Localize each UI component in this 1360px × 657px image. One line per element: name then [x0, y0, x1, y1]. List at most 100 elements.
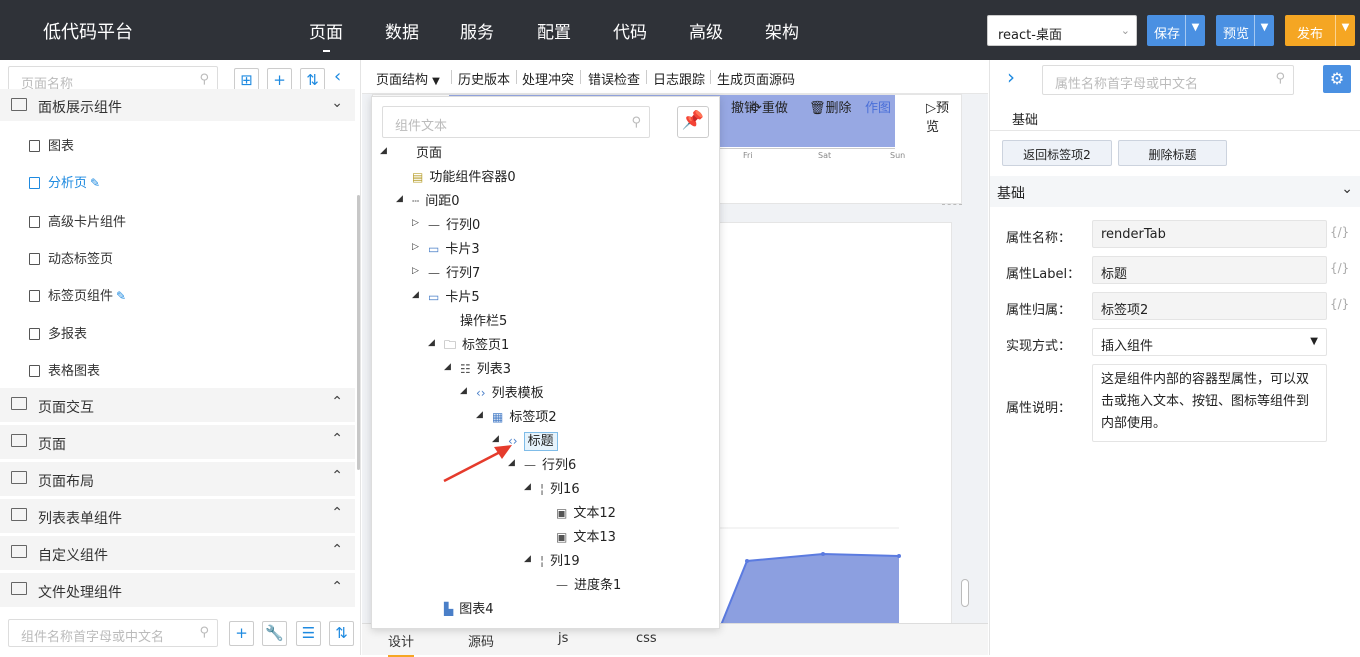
caret-down-icon[interactable]: ▼	[1254, 15, 1274, 46]
tree-node[interactable]: ¦ 列16	[540, 478, 580, 497]
nav-service[interactable]: 服务	[460, 18, 494, 43]
nav-advanced[interactable]: 高级	[689, 18, 723, 43]
log-trace-button[interactable]: 日志跟踪	[653, 69, 705, 88]
chevron-up-icon: ⌃	[331, 579, 343, 595]
draw-button[interactable]: 作图	[865, 97, 891, 116]
delete-title-button[interactable]: 删除标题	[1118, 140, 1227, 166]
list-item-chart[interactable]: 图表	[29, 135, 74, 154]
pin-icon[interactable]: 📌	[677, 106, 709, 138]
redo-button[interactable]: ⟳重做	[751, 97, 788, 116]
group-file-processing[interactable]: 文件处理组件 ⌃	[0, 573, 355, 607]
tree-node[interactable]: ▭ 卡片3	[428, 238, 480, 257]
nav-config[interactable]: 配置	[537, 18, 571, 43]
delete-button[interactable]: 🗑删除	[809, 97, 852, 116]
tree-node[interactable]: ▣ 文本13	[556, 526, 616, 545]
group-page-layout[interactable]: 页面布局 ⌃	[0, 462, 355, 496]
caret-down-icon[interactable]: ▼	[1185, 15, 1205, 46]
tab-basic[interactable]: 基础	[1012, 109, 1038, 128]
generate-source-button[interactable]: 生成页面源码	[717, 69, 795, 88]
tab-source[interactable]: 源码	[468, 631, 494, 650]
canvas-scrollbar[interactable]	[961, 579, 969, 607]
sort-icon[interactable]: ⇅	[329, 621, 354, 646]
impl-select[interactable]: 插入组件 ▼	[1092, 328, 1327, 356]
expand-icon[interactable]: ▷	[412, 266, 419, 276]
env-select[interactable]: react-桌面 ⌄	[987, 15, 1137, 46]
collapse-icon[interactable]: ◢	[396, 194, 403, 204]
collapse-icon[interactable]: ◢	[412, 290, 419, 300]
binding-icon[interactable]: {/}	[1330, 297, 1349, 311]
tree-node[interactable]: 操作栏5	[460, 310, 507, 329]
collapse-icon[interactable]: ◢	[444, 362, 451, 372]
tree-node[interactable]: ▦ 标签项2	[492, 406, 557, 425]
group-panel-display[interactable]: 面板展示组件 ⌄	[0, 89, 355, 121]
expand-right-icon[interactable]: ›	[1007, 65, 1015, 89]
history-button[interactable]: 历史版本	[458, 69, 510, 88]
tree-node[interactable]: — 行列6	[524, 454, 576, 473]
publish-button[interactable]: 发布 ▼	[1285, 15, 1355, 46]
tree-node[interactable]: — 进度条1	[556, 574, 621, 593]
tree-node[interactable]: 🗀 标签页1	[444, 334, 509, 357]
error-check-button[interactable]: 错误检查	[588, 69, 640, 88]
list-item-dynamic-tabs[interactable]: 动态标签页	[29, 248, 113, 267]
section-header[interactable]: 基础 ⌄	[990, 176, 1360, 207]
collapse-icon[interactable]: ◢	[524, 554, 531, 564]
nav-architecture[interactable]: 架构	[765, 18, 799, 43]
tree-node[interactable]: ¦ 列19	[540, 550, 580, 569]
collapse-icon[interactable]: ◢	[428, 338, 435, 348]
folder-icon	[11, 545, 27, 558]
collapse-icon[interactable]: ◢	[524, 482, 531, 492]
tab-design[interactable]: 设计	[388, 631, 415, 657]
group-page[interactable]: 页面 ⌃	[0, 425, 355, 459]
list-item-analysis[interactable]: 分析页 ✎	[29, 172, 100, 191]
tree-node[interactable]: — 行列7	[428, 262, 480, 281]
pencil-icon[interactable]: ✎	[90, 176, 100, 190]
page-structure-menu[interactable]: 页面结构 ▼	[376, 69, 440, 88]
list-item-table-chart[interactable]: 表格图表	[29, 360, 100, 379]
list-order-icon[interactable]: ☰	[296, 621, 321, 646]
expand-icon[interactable]: ▷	[412, 242, 419, 252]
tree-node[interactable]: ☷ 列表3	[460, 358, 511, 377]
back-to-tab-button[interactable]: 返回标签项2	[1002, 140, 1112, 166]
collapse-icon[interactable]: ◢	[460, 386, 467, 396]
resolve-conflict-button[interactable]: 处理冲突	[522, 69, 574, 88]
save-button[interactable]: 保存 ▼	[1147, 15, 1205, 46]
component-search-input[interactable]: 组件名称首字母或中文名 ⚲	[8, 619, 218, 647]
list-item-advanced-card[interactable]: 高级卡片组件	[29, 211, 126, 230]
list-item-tab-component[interactable]: 标签页组件 ✎	[29, 285, 126, 304]
expand-icon[interactable]: ▷	[412, 218, 419, 228]
tree-search-input[interactable]: 组件文本 ⚲	[382, 106, 650, 138]
preview-button[interactable]: 预览 ▼	[1216, 15, 1274, 46]
list-item-multi-report[interactable]: 多报表	[29, 323, 87, 342]
binding-icon[interactable]: {/}	[1330, 225, 1349, 239]
tree-node[interactable]: ‹› 列表模板	[476, 382, 544, 401]
preview-canvas-button[interactable]: ▷预览	[926, 97, 961, 135]
collapse-left-icon[interactable]: ‹	[334, 66, 341, 87]
binding-icon[interactable]: {/}	[1330, 261, 1349, 275]
group-custom[interactable]: 自定义组件 ⌃	[0, 536, 355, 570]
caret-down-icon[interactable]: ▼	[1335, 15, 1355, 46]
group-list-form[interactable]: 列表表单组件 ⌃	[0, 499, 355, 533]
gear-icon[interactable]: ⚙	[1323, 65, 1351, 93]
folder-icon	[11, 471, 27, 484]
nav-page[interactable]: 页面	[309, 18, 343, 52]
collapse-icon[interactable]: ◢	[380, 146, 387, 156]
add-icon[interactable]: +	[229, 621, 254, 646]
tree-node-label: 卡片3	[445, 242, 480, 257]
collapse-icon[interactable]: ◢	[476, 410, 483, 420]
group-page-interaction[interactable]: 页面交互 ⌃	[0, 388, 355, 422]
property-search-input[interactable]: 属性名称首字母或中文名 ⚲	[1042, 65, 1294, 95]
tree-node[interactable]: ▤ 功能组件容器0	[412, 166, 516, 185]
tab-js[interactable]: js	[558, 631, 568, 646]
nav-code[interactable]: 代码	[613, 18, 647, 43]
sidebar-scrollbar[interactable]	[357, 195, 360, 470]
wrench-icon[interactable]: 🔧	[262, 621, 287, 646]
tree-node[interactable]: 页面	[416, 142, 442, 161]
tree-node[interactable]: — 行列0	[428, 214, 480, 233]
pencil-icon[interactable]: ✎	[116, 289, 126, 303]
tree-node[interactable]: ▣ 文本12	[556, 502, 616, 521]
nav-data[interactable]: 数据	[385, 18, 419, 43]
tree-node[interactable]: ▭ 卡片5	[428, 286, 480, 305]
tree-node[interactable]: ▙ 图表4	[444, 598, 494, 617]
tab-css[interactable]: css	[636, 631, 657, 646]
tree-node[interactable]: ┄ 间距0	[412, 190, 460, 209]
